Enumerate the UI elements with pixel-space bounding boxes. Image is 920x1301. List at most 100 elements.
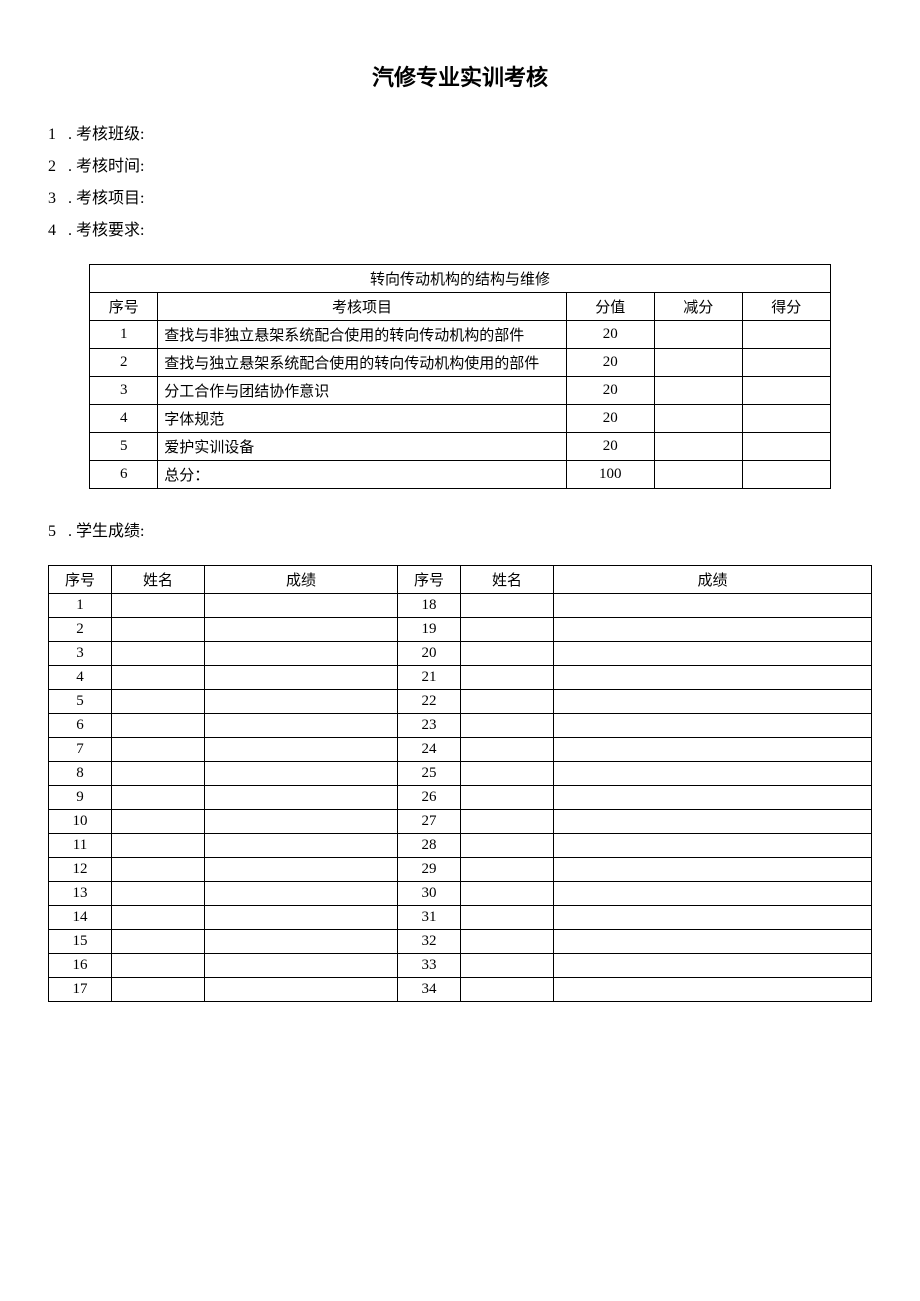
meta-item: 1.考核班级: [48, 120, 872, 144]
cell-name [461, 762, 554, 786]
meta-label: 学生成绩: [76, 523, 144, 540]
meta-item: 5.学生成绩: [48, 517, 872, 541]
table-row: 1027 [49, 810, 872, 834]
table-row: 2 查找与独立悬架系统配合使用的转向传动机构使用的部件 20 [90, 349, 831, 377]
dot-icon: . [68, 158, 72, 175]
cell-name [112, 690, 205, 714]
cell-item: 查找与独立悬架系统配合使用的转向传动机构使用的部件 [158, 349, 567, 377]
cell-deduct [654, 461, 742, 489]
cell-name [112, 834, 205, 858]
cell-name [112, 714, 205, 738]
cell-name [461, 810, 554, 834]
cell-seq: 11 [49, 834, 112, 858]
cell-score [554, 738, 872, 762]
cell-name [461, 906, 554, 930]
assessment-title: 转向传动机构的结构与维修 [90, 265, 831, 293]
col-header-seq: 序号 [398, 566, 461, 594]
cell-get [742, 405, 830, 433]
meta-num: 2 [48, 158, 66, 176]
table-row: 926 [49, 786, 872, 810]
cell-score: 20 [566, 377, 654, 405]
cell-name [461, 618, 554, 642]
cell-seq: 2 [90, 349, 158, 377]
cell-score: 100 [566, 461, 654, 489]
cell-seq: 31 [398, 906, 461, 930]
meta-num: 4 [48, 222, 66, 240]
cell-score [205, 810, 398, 834]
cell-seq: 4 [49, 666, 112, 690]
cell-score [554, 930, 872, 954]
cell-seq: 2 [49, 618, 112, 642]
cell-name [112, 786, 205, 810]
cell-score [205, 834, 398, 858]
cell-seq: 16 [49, 954, 112, 978]
table-row: 118 [49, 594, 872, 618]
cell-score: 20 [566, 433, 654, 461]
cell-name [461, 666, 554, 690]
cell-score [554, 906, 872, 930]
cell-seq: 6 [49, 714, 112, 738]
cell-seq: 22 [398, 690, 461, 714]
cell-score [205, 930, 398, 954]
cell-seq: 32 [398, 930, 461, 954]
meta-label: 考核要求: [76, 222, 144, 239]
cell-score [554, 714, 872, 738]
cell-score: 20 [566, 349, 654, 377]
table-row: 2 19 [49, 618, 872, 642]
cell-score [205, 618, 398, 642]
cell-seq: 19 [398, 618, 461, 642]
cell-seq: 3 [49, 642, 112, 666]
cell-name [461, 690, 554, 714]
cell-get [742, 461, 830, 489]
table-row: 3 20 [49, 642, 872, 666]
col-header-score: 成绩 [554, 566, 872, 594]
dot-icon: . [68, 190, 72, 207]
cell-score [205, 786, 398, 810]
dot-icon: . [68, 126, 72, 143]
cell-seq: 3 [90, 377, 158, 405]
cell-seq: 17 [49, 978, 112, 1002]
cell-name [112, 882, 205, 906]
dot-icon: . [68, 523, 72, 540]
col-header-name: 姓名 [112, 566, 205, 594]
cell-score [205, 858, 398, 882]
cell-score [205, 594, 398, 618]
cell-seq: 9 [49, 786, 112, 810]
table-row: 5 爱护实训设备 20 [90, 433, 831, 461]
meta-num: 5 [48, 523, 66, 541]
table-header-row: 序号 考核项目 分值 减分 得分 [90, 293, 831, 321]
cell-deduct [654, 321, 742, 349]
col-header-get: 得分 [742, 293, 830, 321]
meta-list: 1.考核班级: 2.考核时间: 3.考核项目: 4.考核要求: [48, 120, 872, 240]
table-row: 1128 [49, 834, 872, 858]
cell-seq: 12 [49, 858, 112, 882]
cell-score [205, 714, 398, 738]
meta-label: 考核项目: [76, 190, 144, 207]
meta-item: 4.考核要求: [48, 216, 872, 240]
cell-seq: 1 [49, 594, 112, 618]
cell-seq: 6 [90, 461, 158, 489]
cell-name [461, 954, 554, 978]
cell-name [461, 738, 554, 762]
cell-seq: 23 [398, 714, 461, 738]
col-header-score: 成绩 [205, 566, 398, 594]
cell-deduct [654, 349, 742, 377]
cell-score: 20 [566, 321, 654, 349]
cell-score [554, 978, 872, 1002]
cell-score [554, 858, 872, 882]
cell-score [554, 786, 872, 810]
cell-seq: 7 [49, 738, 112, 762]
cell-name [112, 858, 205, 882]
cell-seq: 14 [49, 906, 112, 930]
table-row: 1633 [49, 954, 872, 978]
cell-deduct [654, 377, 742, 405]
col-header-item: 考核项目 [158, 293, 567, 321]
cell-name [112, 810, 205, 834]
cell-score [205, 882, 398, 906]
table-row: 522 [49, 690, 872, 714]
cell-seq: 10 [49, 810, 112, 834]
cell-name [112, 738, 205, 762]
cell-name [461, 978, 554, 1002]
cell-seq: 20 [398, 642, 461, 666]
col-header-score: 分值 [566, 293, 654, 321]
